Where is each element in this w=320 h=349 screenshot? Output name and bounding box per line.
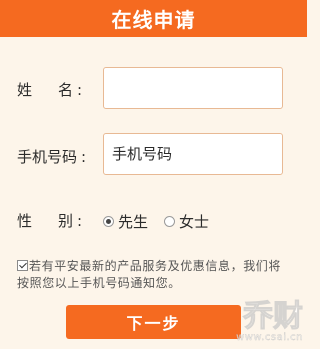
name-label-char2: 名: [58, 81, 74, 99]
watermark-logo-text: 乔财: [243, 299, 304, 334]
consent-checkbox[interactable]: [17, 260, 28, 271]
consent-block: 若有平安最新的产品服务及优惠信息，我们将按照您以上手机号码通知您。: [17, 258, 292, 292]
watermark-domain: www.csai.cn: [236, 332, 303, 343]
phone-input[interactable]: [103, 133, 283, 175]
next-step-button[interactable]: 下一步: [66, 305, 241, 339]
page-title: 在线申请: [111, 8, 196, 32]
watermark-logo: 乔财 www.csai.cn: [236, 299, 304, 343]
header-bar: 在线申请: [0, 0, 307, 37]
name-label: 姓 名:: [17, 80, 82, 100]
name-label-colon: :: [77, 81, 83, 99]
name-input[interactable]: [103, 67, 283, 109]
phone-label-text: 手机号码: [17, 148, 78, 166]
gender-option-male[interactable]: 先生: [103, 211, 148, 232]
gender-option-female-label: 女士: [179, 212, 210, 231]
radio-female[interactable]: [164, 215, 176, 227]
gender-option-male-label: 先生: [118, 212, 149, 231]
gender-option-female[interactable]: 女士: [164, 211, 209, 232]
phone-label: 手机号码:: [17, 147, 86, 167]
gender-label-char2: 别: [58, 212, 74, 230]
gender-radio-group: 先生 女士: [103, 211, 209, 231]
name-label-char1: 姓: [17, 81, 33, 99]
consent-text: 若有平安最新的产品服务及优惠信息，我们将按照您以上手机号码通知您。: [17, 259, 282, 290]
phone-label-colon: :: [81, 148, 87, 166]
gender-label-colon: :: [77, 212, 83, 230]
gender-label: 性 别:: [17, 211, 82, 231]
radio-male[interactable]: [103, 215, 114, 227]
gender-label-char1: 性: [17, 212, 33, 230]
